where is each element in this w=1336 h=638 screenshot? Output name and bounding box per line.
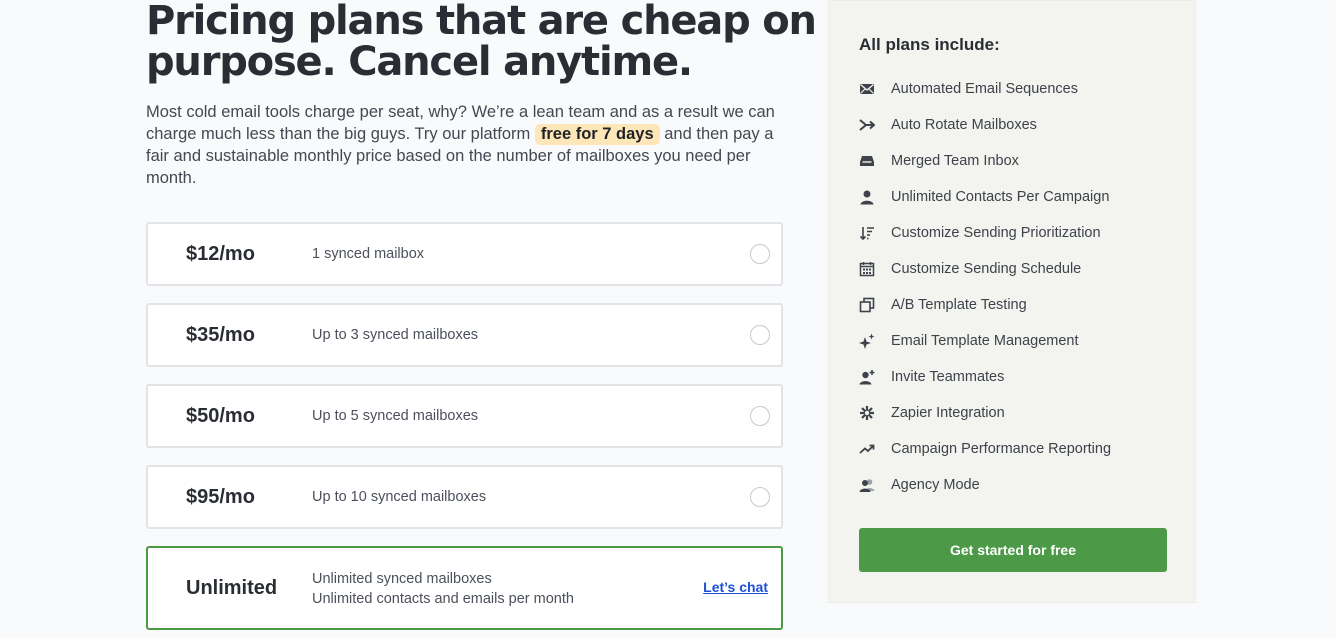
agency-people-icon	[859, 477, 875, 493]
plan-option-95[interactable]: $95/mo Up to 10 synced mailboxes	[146, 465, 783, 529]
feature-label: Campaign Performance Reporting	[891, 441, 1112, 457]
plan-option-unlimited[interactable]: Unlimited Unlimited synced mailboxes Unl…	[146, 546, 783, 630]
get-started-button[interactable]: Get started for free	[859, 528, 1167, 572]
feature-label: Customize Sending Prioritization	[891, 225, 1101, 241]
plan-option-35[interactable]: $35/mo Up to 3 synced mailboxes	[146, 303, 783, 367]
feature-item: Automated Email Sequences	[859, 71, 1111, 107]
plan-features-panel: All plans include: Automated Email Seque…	[828, 0, 1196, 603]
feature-label: Invite Teammates	[891, 369, 1005, 385]
plan-radio-button[interactable]	[750, 487, 770, 507]
sort-order-icon	[859, 225, 875, 241]
sparkles-icon	[859, 333, 875, 349]
lets-chat-link[interactable]: Let’s chat	[703, 579, 768, 595]
title-line-2: purpose. Cancel anytime.	[146, 39, 693, 85]
feature-item: Unlimited Contacts Per Campaign	[859, 179, 1111, 215]
copy-template-icon	[859, 297, 875, 313]
page-title: Pricing plans that are cheap on purpose.…	[146, 1, 817, 85]
feature-item: Customize Sending Prioritization	[859, 215, 1111, 251]
plan-description-line-2: Unlimited contacts and emails per month	[312, 591, 574, 607]
intro-paragraph: Most cold email tools charge per seat, w…	[146, 101, 786, 189]
trending-up-icon	[859, 441, 875, 457]
plan-description: Up to 5 synced mailboxes	[312, 408, 479, 424]
plan-description: Up to 10 synced mailboxes	[312, 489, 487, 505]
feature-label: Agency Mode	[891, 477, 980, 493]
add-person-icon	[859, 369, 875, 385]
plan-option-50[interactable]: $50/mo Up to 5 synced mailboxes	[146, 384, 783, 448]
plan-option-12[interactable]: $12/mo 1 synced mailbox	[146, 222, 783, 286]
plan-radio-button[interactable]	[750, 406, 770, 426]
plan-description: 1 synced mailbox	[312, 246, 425, 262]
feature-item: Merged Team Inbox	[859, 143, 1111, 179]
feature-item: Agency Mode	[859, 467, 1111, 503]
plan-price: $95/mo	[186, 486, 255, 508]
zapier-asterisk-icon	[859, 405, 875, 421]
feature-item: Campaign Performance Reporting	[859, 431, 1111, 467]
feature-label: Zapier Integration	[891, 405, 1005, 421]
feature-item: A/B Template Testing	[859, 287, 1111, 323]
feature-item: Auto Rotate Mailboxes	[859, 107, 1111, 143]
feature-label: Automated Email Sequences	[891, 81, 1078, 97]
plan-price: $50/mo	[186, 405, 255, 427]
feature-item: Zapier Integration	[859, 395, 1111, 431]
plan-price: Unlimited	[186, 577, 278, 599]
inbox-tray-icon	[859, 153, 875, 169]
feature-label: Email Template Management	[891, 333, 1079, 349]
calendar-icon	[859, 261, 875, 277]
plan-price: $35/mo	[186, 324, 255, 346]
feature-label: Unlimited Contacts Per Campaign	[891, 189, 1110, 205]
plan-radio-button[interactable]	[750, 325, 770, 345]
feature-label: Auto Rotate Mailboxes	[891, 117, 1037, 133]
plan-radio-button[interactable]	[750, 244, 770, 264]
title-line-1: Pricing plans that are cheap on	[146, 0, 817, 44]
plan-description: Unlimited synced mailboxes Unlimited con…	[312, 569, 574, 609]
plan-price: $12/mo	[186, 243, 255, 265]
feature-item: Email Template Management	[859, 323, 1111, 359]
plan-list: $12/mo 1 synced mailbox $35/mo Up to 3 s…	[146, 222, 786, 630]
envelope-icon	[859, 81, 875, 97]
person-icon	[859, 189, 875, 205]
feature-item: Invite Teammates	[859, 359, 1111, 395]
feature-item: Customize Sending Schedule	[859, 251, 1111, 287]
plan-description-line-1: Unlimited synced mailboxes	[312, 571, 492, 587]
feature-label: Customize Sending Schedule	[891, 261, 1082, 277]
feature-label: Merged Team Inbox	[891, 153, 1019, 169]
pricing-section: Pricing plans that are cheap on purpose.…	[146, 0, 817, 630]
features-title: All plans include:	[859, 35, 1000, 54]
rotate-arrows-icon	[859, 117, 875, 133]
feature-list: Automated Email Sequences Auto Rotate Ma…	[859, 71, 1111, 503]
free-trial-highlight: free for 7 days	[534, 124, 660, 145]
feature-label: A/B Template Testing	[891, 297, 1027, 313]
plan-description: Up to 3 synced mailboxes	[312, 327, 479, 343]
